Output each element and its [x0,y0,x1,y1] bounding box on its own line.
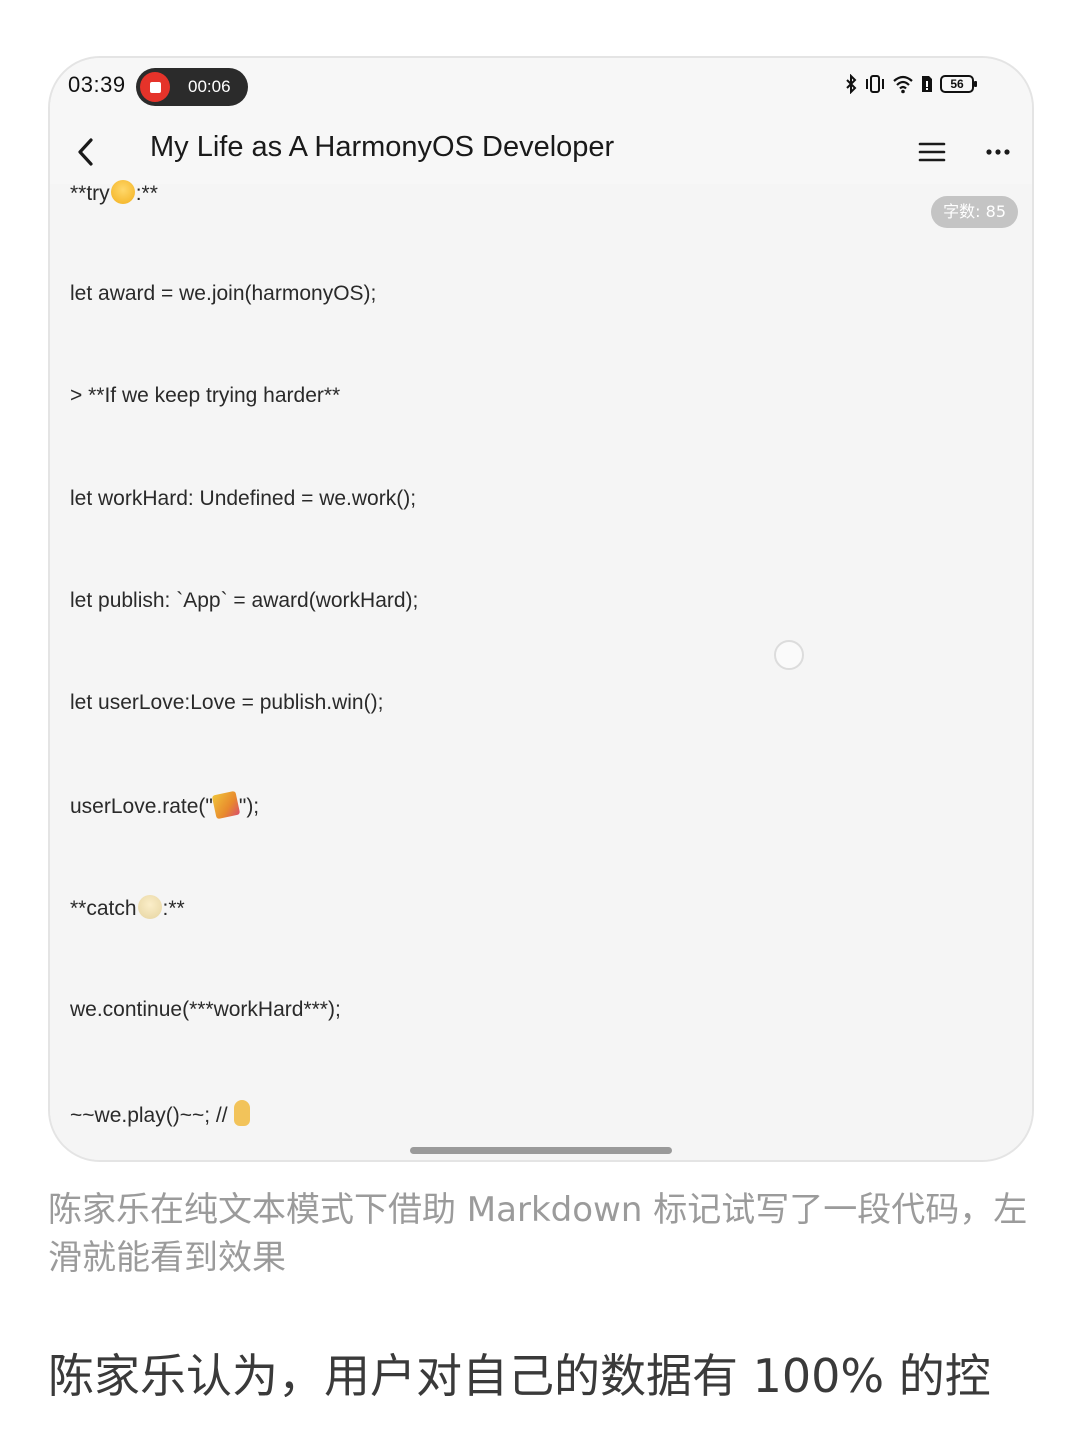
markdown-editor[interactable]: 字数: 85 **try :** let award = we.join(harmo… [50,180,1032,1160]
editor-line-text: let workHard: Undefined = we.work(); [70,486,417,510]
editor-line-text: userLove.rate(" [70,795,213,819]
hamburger-menu-icon[interactable] [916,136,948,168]
editor-line-text: "); [238,795,260,819]
word-count-badge: 字数: 85 [931,196,1018,228]
wifi-icon [893,75,913,94]
status-bar: 03:39 00:06 56 [50,58,1032,120]
article-body-text: 陈家乐认为，用户对自己的数据有 100% 的控 [48,1349,991,1403]
editor-line[interactable]: let workHard: Undefined = we.work(); [70,487,416,511]
bluetooth-icon [846,74,857,94]
vibrate-icon [866,75,884,93]
editor-line-text: :** [135,182,158,205]
party-emoji-icon [211,790,241,820]
status-time: 03:39 [68,72,126,97]
editor-line-text: ~~we.play()~~; // [70,1103,234,1127]
editor-line[interactable]: let userLove:Love = publish.win(); [70,691,383,715]
editor-line-text: :** [162,897,185,921]
touch-indicator [774,640,804,670]
status-icons: 56 [844,74,977,94]
hand-emoji-icon [234,1099,251,1126]
phone-screenshot: 03:39 00:06 56 My Life as A HarmonyOS De… [48,56,1034,1162]
editor-line[interactable]: let publish: `App` = award(workHard); [70,589,418,613]
screen-recording-pill[interactable]: 00:06 [136,68,248,106]
editor-line-text: **catch [70,897,137,921]
chevron-left-icon[interactable] [68,132,104,172]
battery-icon: 56 [940,75,977,93]
editor-line-text: > **If we keep trying harder** [70,384,341,408]
record-stop-icon [140,72,170,102]
image-caption: 陈家乐在纯文本模式下借助 Markdown 标记试写了一段代码，左滑就能看到效果 [48,1190,1028,1278]
editor-line[interactable]: ~~we.play()~~; // [70,1099,251,1128]
editor-line[interactable]: **catch :** [70,895,185,921]
editor-line-text: let userLove:Love = publish.win(); [70,691,384,714]
page-title: My Life as A HarmonyOS Developer [150,131,615,163]
editor-line[interactable]: > **If we keep trying harder** [70,384,340,408]
editor-line-text: let publish: `App` = award(workHard); [70,588,419,612]
editor-line[interactable]: userLove.rate(" "); [70,790,260,820]
editor-line[interactable]: let award = we.join(harmonyOS); [70,282,376,306]
sim-icon [922,76,932,92]
home-indicator[interactable] [410,1147,672,1154]
more-horizontal-icon[interactable] [982,136,1014,168]
app-bar: My Life as A HarmonyOS Developer [50,120,1032,184]
editor-line[interactable]: we.continue(***workHard***); [70,998,341,1022]
sweat-emoji-icon [137,895,162,920]
editor-line-text: let award = we.join(harmonyOS); [70,282,377,306]
grin-emoji-icon [110,180,135,204]
editor-line[interactable]: **try :** [70,180,158,206]
editor-line-text: we.continue(***workHard***); [70,997,341,1021]
editor-line-text: **try [70,182,110,205]
recording-time: 00:06 [188,77,231,96]
